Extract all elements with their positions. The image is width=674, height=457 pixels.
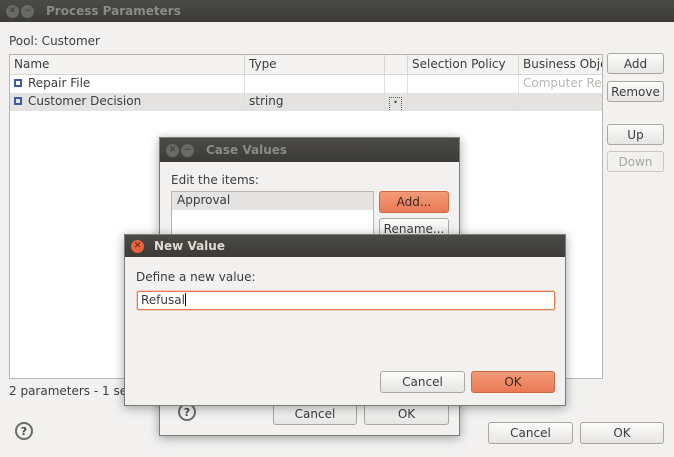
cancel-button[interactable]: Cancel xyxy=(488,422,573,444)
add-button[interactable]: Add xyxy=(607,53,664,74)
ok-button[interactable]: OK xyxy=(471,371,555,393)
column-header-business-object[interactable]: Business Objec xyxy=(519,55,602,74)
parameter-icon xyxy=(14,97,22,105)
table-header: Name Type Selection Policy Business Obje… xyxy=(10,55,602,75)
row-policy xyxy=(408,75,519,93)
list-item[interactable]: Approval xyxy=(172,192,373,210)
close-icon[interactable]: ✕ xyxy=(131,239,144,253)
row-business-object xyxy=(519,93,602,111)
help-icon[interactable]: ? xyxy=(15,422,33,440)
prompt-label: Define a new value: xyxy=(136,270,256,284)
minimize-icon[interactable]: − xyxy=(181,143,194,157)
row-flag[interactable]: • xyxy=(389,97,402,111)
close-icon[interactable]: ✕ xyxy=(166,143,179,157)
ok-button[interactable]: OK xyxy=(580,422,664,444)
case-values-titlebar: ✕ − Case Values xyxy=(160,138,459,162)
edit-items-label: Edit the items: xyxy=(171,173,259,187)
row-policy xyxy=(408,93,519,111)
new-value-titlebar: ✕ New Value xyxy=(125,235,565,257)
row-name: Repair File xyxy=(28,76,91,90)
column-header-name[interactable]: Name xyxy=(10,55,245,74)
table-row[interactable]: Repair File Computer Rep xyxy=(10,75,602,93)
row-name: Customer Decision xyxy=(28,94,142,108)
row-business-object: Computer Rep xyxy=(523,76,602,90)
row-type xyxy=(245,75,385,93)
row-type: string xyxy=(245,93,385,111)
cancel-button[interactable]: Cancel xyxy=(273,403,357,425)
main-titlebar: ✕ − Process Parameters xyxy=(0,0,674,22)
row-flag xyxy=(385,75,408,93)
text-caret xyxy=(184,293,186,306)
column-header-flag[interactable] xyxy=(385,55,408,74)
dialog-title: Case Values xyxy=(206,143,288,157)
dialog-title: New Value xyxy=(154,239,225,253)
column-header-type[interactable]: Type xyxy=(245,55,385,74)
remove-button[interactable]: Remove xyxy=(607,81,664,102)
close-icon[interactable]: ✕ xyxy=(6,4,19,18)
pool-label: Pool: Customer xyxy=(9,34,100,48)
column-header-selection-policy[interactable]: Selection Policy xyxy=(408,55,519,74)
add-item-button[interactable]: Add... xyxy=(379,191,449,213)
minimize-icon[interactable]: − xyxy=(21,4,34,18)
parameter-icon xyxy=(14,79,22,87)
input-value: Refusal xyxy=(141,293,185,307)
up-button[interactable]: Up xyxy=(607,124,664,145)
down-button[interactable]: Down xyxy=(607,151,664,172)
new-value-dialog: ✕ New Value Define a new value: Refusal … xyxy=(124,234,566,406)
window-title: Process Parameters xyxy=(46,4,181,18)
new-value-input[interactable]: Refusal xyxy=(137,291,555,310)
table-row[interactable]: Customer Decision string • xyxy=(10,93,602,111)
ok-button[interactable]: OK xyxy=(364,403,449,425)
cancel-button[interactable]: Cancel xyxy=(380,371,465,393)
